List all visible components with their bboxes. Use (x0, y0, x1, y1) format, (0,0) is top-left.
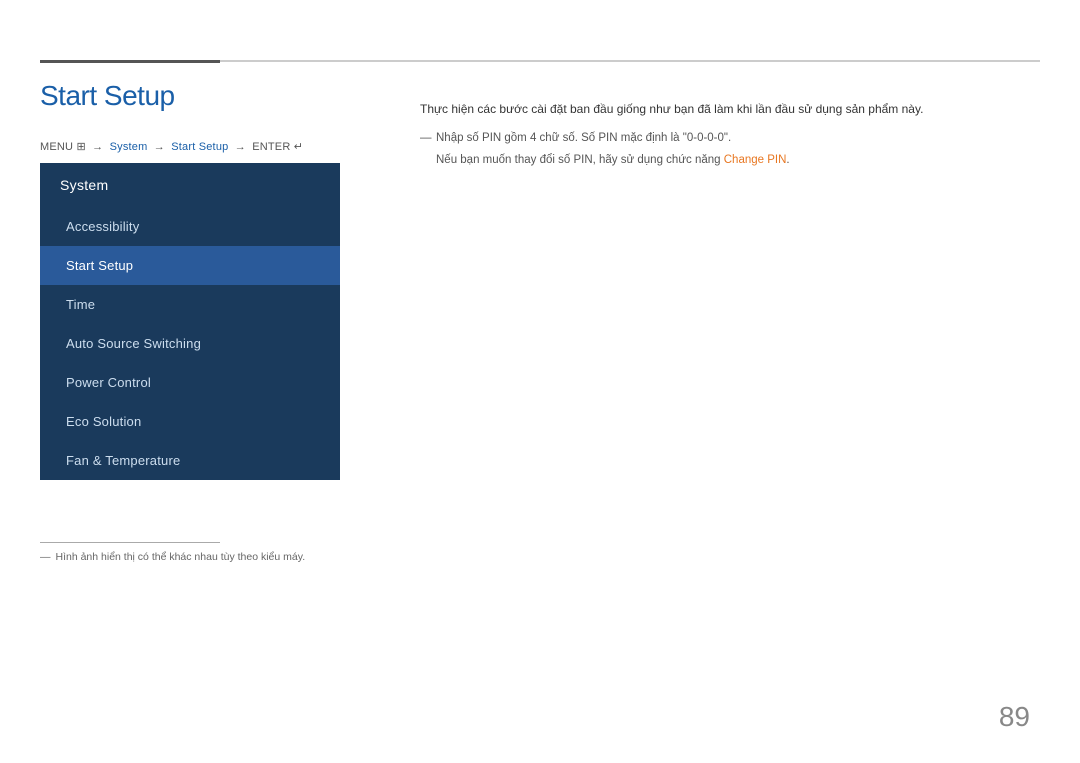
menu-item-time[interactable]: Time (40, 285, 340, 324)
system-menu: System Accessibility Start Setup Time Au… (40, 163, 340, 480)
menu-item-power-control[interactable]: Power Control (40, 363, 340, 402)
description-indent-after: . (786, 154, 789, 166)
footnote-text: Hình ảnh hiển thị có thể khác nhau tùy t… (40, 551, 305, 563)
breadcrumb-system: System (110, 141, 148, 153)
menu-item-accessibility[interactable]: Accessibility (40, 207, 340, 246)
page-number: 89 (999, 701, 1030, 733)
menu-item-eco-solution[interactable]: Eco Solution (40, 402, 340, 441)
breadcrumb-sep2: → (154, 141, 165, 153)
footnote-divider (40, 542, 220, 543)
breadcrumb-menu: MENU ⊞ (40, 141, 86, 153)
description-main-text: Thực hiện các bước cài đặt ban đầu giống… (420, 100, 1030, 119)
breadcrumb-enter: ENTER ↵ (252, 141, 303, 153)
breadcrumb-start-setup: Start Setup (171, 141, 228, 153)
page-title: Start Setup (40, 80, 175, 112)
breadcrumb-sep1: → (92, 141, 103, 153)
breadcrumb: MENU ⊞ → System → Start Setup → ENTER ↵ (40, 140, 303, 153)
menu-item-start-setup[interactable]: Start Setup (40, 246, 340, 285)
description-sub-text: Nhập số PIN gồm 4 chữ số. Số PIN mặc địn… (420, 129, 1030, 149)
description-indent-before: Nếu bạn muốn thay đổi số PIN, hãy sử dụn… (436, 154, 724, 166)
menu-header: System (40, 163, 340, 207)
menu-item-auto-source-switching[interactable]: Auto Source Switching (40, 324, 340, 363)
description-indent-text: Nếu bạn muốn thay đổi số PIN, hãy sử dụn… (420, 151, 1030, 171)
menu-item-fan-temperature[interactable]: Fan & Temperature (40, 441, 340, 480)
top-accent-line (40, 60, 220, 63)
breadcrumb-sep3: → (235, 141, 246, 153)
description-area: Thực hiện các bước cài đặt ban đầu giống… (420, 100, 1030, 170)
change-pin-link[interactable]: Change PIN (724, 154, 787, 166)
